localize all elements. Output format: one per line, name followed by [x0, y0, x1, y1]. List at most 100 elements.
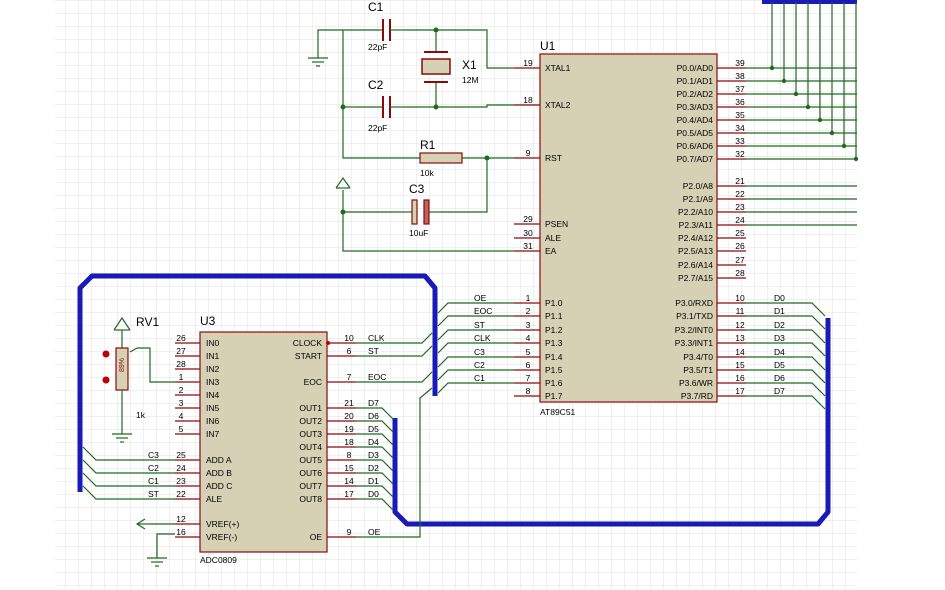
net-label: ST [148, 489, 159, 499]
u3-pin-number: 18 [344, 437, 354, 447]
u1-pin-number: 18 [523, 95, 533, 105]
u3-pin-number: 5 [179, 424, 184, 434]
u3-pin-number: 19 [344, 424, 354, 434]
u1-pin-name: P3.2/INT0 [675, 325, 714, 335]
u3-pin-number: 1 [179, 372, 184, 382]
u3-pin-name: OUT6 [299, 468, 322, 478]
u3-pin-number: 2 [179, 385, 184, 395]
u3-pin-name: OUT4 [299, 442, 322, 452]
u1-pin-name: P3.4/T0 [683, 352, 713, 362]
u1-pin-number: 29 [523, 214, 533, 224]
u1-pin-number: 7 [526, 373, 531, 383]
u1-pin-number: 34 [735, 123, 745, 133]
u3-pin-name: VREF(+) [206, 519, 239, 529]
u3-pin-name: IN2 [206, 364, 220, 374]
u3-pin-name: OUT8 [299, 494, 322, 504]
net-label: ST [368, 346, 379, 356]
u3-pin-name: IN4 [206, 390, 220, 400]
u1-pin-name: P3.1/TXD [676, 311, 713, 321]
c3-ref: C3 [409, 182, 425, 196]
u3-pin-name: ADD A [206, 455, 232, 465]
net-label: D6 [774, 373, 785, 383]
schematic-svg: U1 AT89C51 19 XTAL118 XTAL29 RST29 PSEN30 ALE… [55, 0, 859, 590]
u1-chip[interactable]: U1 AT89C51 19 XTAL118 XTAL29 RST29 PSEN30 ALE… [514, 39, 746, 417]
rv1-ref: RV1 [136, 315, 159, 329]
net-label: C1 [474, 373, 485, 383]
u3-pin-name: IN1 [206, 351, 220, 361]
u3-pin-name: IN7 [206, 429, 220, 439]
u1-pin-number: 12 [735, 320, 745, 330]
u1-pin-name: P1.1 [545, 311, 563, 321]
u1-pin-number: 19 [523, 58, 533, 68]
u3-pin-number: 7 [347, 372, 352, 382]
u3-pin-number: 24 [176, 463, 186, 473]
net-label: D5 [774, 360, 785, 370]
u3-pin-name: ADD C [206, 481, 232, 491]
u1-pin-number: 6 [526, 360, 531, 370]
u1-pin-name: ALE [545, 233, 561, 243]
u1-pin-number: 39 [735, 58, 745, 68]
u1-pin-name: P2.5/A13 [678, 246, 713, 256]
u1-pin-name: P0.5/AD5 [677, 128, 714, 138]
net-label: D6 [368, 411, 379, 421]
u3-pin-name: IN6 [206, 416, 220, 426]
u3-pin-name: IN3 [206, 377, 220, 387]
net-label: D7 [774, 386, 785, 396]
u1-pin-number: 26 [735, 241, 745, 251]
u1-pin-name: P0.3/AD3 [677, 102, 714, 112]
u3-pin-name: ALE [206, 494, 222, 504]
u1-pin-number: 14 [735, 347, 745, 357]
rv1-percent: 89% [119, 358, 126, 372]
c1-value: 22pF [368, 42, 387, 52]
junction-dot [853, 156, 859, 162]
u3-pin-number: 12 [176, 514, 186, 524]
u1-pin-name: P0.0/AD0 [677, 63, 714, 73]
u1-pin-number: 32 [735, 149, 745, 159]
u1-pin-number: 24 [735, 215, 745, 225]
u1-pin-number: 15 [735, 360, 745, 370]
u3-pin-number: 3 [179, 398, 184, 408]
r1-value: 10k [420, 168, 434, 178]
u1-pin-name: P1.4 [545, 352, 563, 362]
u1-pin-number: 37 [735, 84, 745, 94]
rv1-decrease-icon[interactable] [102, 350, 110, 358]
c1-ref: C1 [368, 0, 384, 14]
junction-dot [805, 104, 811, 110]
u1-pin-number: 25 [735, 228, 745, 238]
u3-pin-name: OUT5 [299, 455, 322, 465]
c3-value: 10uF [409, 228, 428, 238]
u1-part: AT89C51 [540, 407, 576, 417]
u1-pin-name: P0.2/AD2 [677, 89, 714, 99]
u1-pin-number: 27 [735, 255, 745, 265]
u1-pin-name: P3.6/WR [679, 378, 713, 388]
net-label: D0 [774, 293, 785, 303]
u3-pin-number: 23 [176, 476, 186, 486]
u1-pin-number: 38 [735, 71, 745, 81]
net-label: C2 [148, 463, 159, 473]
u1-pin-number: 2 [526, 306, 531, 316]
u1-pin-name: P2.1/A9 [683, 194, 714, 204]
u1-pin-name: P2.0/A8 [683, 181, 714, 191]
u1-pin-number: 16 [735, 373, 745, 383]
u3-pin-name: CLOCK [293, 338, 323, 348]
net-label: D3 [368, 450, 379, 460]
junction-dot [793, 91, 799, 97]
u1-pin-name: P2.3/A11 [679, 220, 714, 230]
r1-ref: R1 [420, 138, 436, 152]
x1-value: 12M [462, 75, 479, 85]
net-label: D1 [368, 476, 379, 486]
u1-pin-number: 8 [526, 386, 531, 396]
u1-pin-name: P1.6 [545, 378, 563, 388]
net-label: C2 [474, 360, 485, 370]
net-label: EOC [474, 306, 492, 316]
clock-pin-marker [326, 341, 330, 345]
u1-pin-number: 21 [735, 176, 745, 186]
rv1-increase-icon[interactable] [102, 376, 110, 384]
net-label: CLK [474, 333, 491, 343]
u1-pin-name: P2.7/A15 [678, 273, 713, 283]
u1-pin-name: XTAL1 [545, 63, 571, 73]
u1-pin-name: PSEN [545, 219, 568, 229]
schematic-canvas[interactable]: U1 AT89C51 19 XTAL1 18 XTAL2 9 RST 29 PSEN 30 ALE… [0, 0, 945, 590]
u3-pin-number: 14 [344, 476, 354, 486]
net-label: C3 [148, 450, 159, 460]
